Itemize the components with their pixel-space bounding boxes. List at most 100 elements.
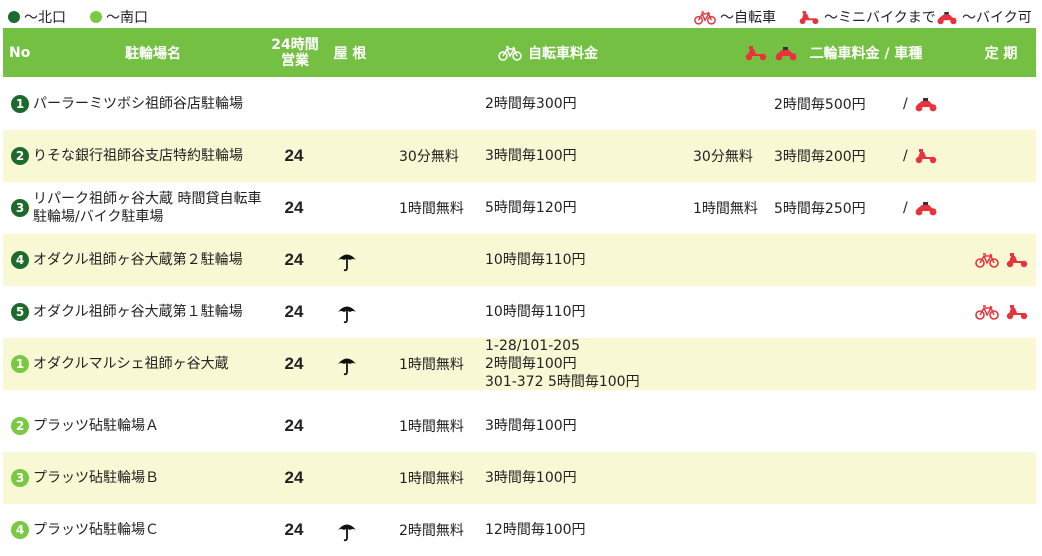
open-24h: 24 bbox=[284, 520, 304, 539]
bicycle-fee: 3時間毎100円 bbox=[485, 470, 577, 486]
motorbike-icon bbox=[914, 96, 938, 112]
legend-bar: ～北口 ～南口 ～自転車 ～ミニバイクまで ～バイク可 bbox=[0, 4, 1042, 26]
minibike-icon bbox=[1005, 252, 1029, 268]
north-exit-dot-icon bbox=[8, 11, 20, 23]
header-season: 定 期 bbox=[984, 45, 1018, 62]
header-moto-fee-label: 二輪車料金 / 車種 bbox=[809, 45, 923, 62]
bicycle-free-time: 2時間無料 bbox=[399, 523, 464, 539]
row-number-badge: 2 bbox=[11, 417, 29, 435]
bicycle-fee: 10時間毎110円 bbox=[485, 304, 586, 320]
header-no: No bbox=[9, 44, 31, 61]
bicycle-free-time: 1時間無料 bbox=[399, 471, 464, 487]
header-name: 駐輪場名 bbox=[125, 45, 181, 62]
table-row: 3 プラッツ砧駐輪場Ｂ 24 1時間無料 3時間毎100円 bbox=[3, 452, 1036, 504]
parking-name: プラッツ砧駐輪場Ａ bbox=[33, 418, 159, 434]
bicycle-icon bbox=[975, 252, 999, 268]
legend-north: ～北口 bbox=[8, 7, 66, 27]
season-pass bbox=[975, 286, 1035, 338]
legend-minibike-label: ～ミニバイクまで bbox=[824, 10, 936, 26]
bicycle-fee: 3時間毎100円 bbox=[485, 418, 577, 434]
motorbike-icon bbox=[774, 45, 798, 61]
bicycle-fee-line: 2時間毎100円 bbox=[485, 356, 577, 372]
row-number-badge: 4 bbox=[11, 251, 29, 269]
moto-type: / bbox=[903, 130, 938, 182]
header-bicycle-fee: 自転車料金 bbox=[473, 28, 623, 77]
open-24h bbox=[269, 78, 319, 130]
moto-type-separator: / bbox=[903, 200, 908, 216]
bicycle-fee-line: 1-28/101-205 bbox=[485, 338, 580, 354]
legend-south: ～南口 bbox=[90, 7, 148, 27]
open-24h: 24 bbox=[284, 416, 304, 435]
bicycle-fee-line: 301-372 5時間毎100円 bbox=[485, 374, 640, 390]
bicycle-free-time: 1時間無料 bbox=[399, 201, 464, 217]
table-row: 2 りそな銀行祖師谷支店特約駐輪場 24 30分無料 3時間毎100円 30分無料 3時間毎… bbox=[3, 130, 1036, 182]
umbrella-icon bbox=[335, 301, 359, 325]
table-row: 1 パーラーミツボシ祖師谷店駐輪場 2時間毎300円 2時間毎500円 / bbox=[3, 78, 1036, 130]
minibike-icon bbox=[914, 148, 938, 164]
moto-fee: 5時間毎250円 bbox=[774, 201, 866, 217]
umbrella-icon bbox=[335, 353, 359, 377]
moto-fee: 3時間毎200円 bbox=[774, 149, 866, 165]
parking-name: オダクルマルシェ祖師ヶ谷大蔵 bbox=[33, 356, 229, 372]
motorbike-icon bbox=[914, 200, 938, 216]
minibike-icon bbox=[798, 10, 820, 25]
row-number-badge: 3 bbox=[11, 199, 29, 217]
parking-name: オダクル祖師ヶ谷大蔵第２駐輪場 bbox=[33, 252, 243, 268]
header-24h-line2: 営業 bbox=[281, 52, 309, 69]
motorbike-icon bbox=[936, 10, 958, 25]
open-24h: 24 bbox=[284, 146, 304, 165]
row-number-badge: 2 bbox=[11, 147, 29, 165]
open-24h: 24 bbox=[284, 354, 304, 373]
parking-name: プラッツ砧駐輪場Ｃ bbox=[33, 522, 159, 538]
legend-bike: ～バイク可 bbox=[936, 7, 1032, 27]
bicycle-fee: 12時間毎100円 bbox=[485, 522, 586, 538]
header-roof: 屋 根 bbox=[333, 45, 367, 62]
bicycle-fee: 3時間毎100円 bbox=[485, 148, 577, 164]
parking-name: プラッツ砧駐輪場Ｂ bbox=[33, 470, 159, 486]
row-number-badge: 1 bbox=[11, 95, 29, 113]
minibike-icon bbox=[744, 45, 768, 61]
parking-name: りそな銀行祖師谷支店特約駐輪場 bbox=[33, 148, 243, 164]
moto-free-time: 1時間無料 bbox=[693, 201, 758, 217]
umbrella-icon bbox=[335, 249, 359, 273]
moto-type: / bbox=[903, 78, 938, 130]
open-24h: 24 bbox=[284, 198, 304, 217]
moto-fee: 2時間毎500円 bbox=[774, 97, 866, 113]
bicycle-free-time: 30分無料 bbox=[399, 149, 459, 165]
table-row: 4 オダクル祖師ヶ谷大蔵第２駐輪場 24 10時間毎110円 bbox=[3, 234, 1036, 286]
table-row: 3 リパーク祖師ヶ谷大蔵 時間貸自転車駐輪場/バイク駐車場 24 1時間無料 5時間毎1… bbox=[3, 182, 1036, 234]
header-24h: 24時間 営業 bbox=[265, 28, 325, 77]
open-24h: 24 bbox=[284, 302, 304, 321]
parking-name: リパーク祖師ヶ谷大蔵 時間貸自転車駐輪場/バイク駐車場 bbox=[33, 191, 262, 225]
legend-bicycle: ～自転車 bbox=[694, 7, 776, 27]
header-bicycle-fee-label: 自転車料金 bbox=[528, 45, 598, 62]
open-24h: 24 bbox=[284, 468, 304, 487]
south-exit-dot-icon bbox=[90, 11, 102, 23]
moto-free-time: 30分無料 bbox=[693, 149, 753, 165]
parking-name: パーラーミツボシ祖師谷店駐輪場 bbox=[33, 96, 243, 112]
bicycle-free-time: 1時間無料 bbox=[399, 419, 464, 435]
table-header: No 駐輪場名 24時間 営業 屋 根 自転車料金 二輪車料金 / 車種 定 期 bbox=[3, 28, 1036, 77]
row-number-badge: 4 bbox=[11, 521, 29, 539]
open-24h: 24 bbox=[284, 250, 304, 269]
table-row: 2 プラッツ砧駐輪場Ａ 24 1時間無料 3時間毎100円 bbox=[3, 400, 1036, 452]
table-row: 1 オダクルマルシェ祖師ヶ谷大蔵 24 1時間無料 1-28/101-205 2時間毎10… bbox=[3, 338, 1036, 390]
umbrella-icon bbox=[335, 519, 359, 543]
bicycle-free-time: 1時間無料 bbox=[399, 357, 464, 373]
minibike-icon bbox=[1005, 304, 1029, 320]
bicycle-icon bbox=[975, 304, 999, 320]
legend-minibike: ～ミニバイクまで bbox=[798, 7, 936, 27]
season-pass bbox=[975, 234, 1035, 286]
bicycle-icon bbox=[694, 10, 716, 25]
bicycle-fee: 5時間毎120円 bbox=[485, 200, 577, 216]
moto-type: / bbox=[903, 182, 938, 234]
legend-bicycle-label: ～自転車 bbox=[720, 10, 776, 26]
bicycle-icon bbox=[498, 45, 522, 61]
bicycle-fee: 10時間毎110円 bbox=[485, 252, 586, 268]
table-row: 5 オダクル祖師ヶ谷大蔵第１駐輪場 24 10時間毎110円 bbox=[3, 286, 1036, 338]
bicycle-fee: 2時間毎300円 bbox=[485, 96, 577, 112]
row-number-badge: 5 bbox=[11, 303, 29, 321]
header-moto-fee: 二輪車料金 / 車種 bbox=[723, 28, 943, 77]
legend-north-label: ～北口 bbox=[24, 10, 66, 26]
moto-type-separator: / bbox=[903, 148, 908, 164]
